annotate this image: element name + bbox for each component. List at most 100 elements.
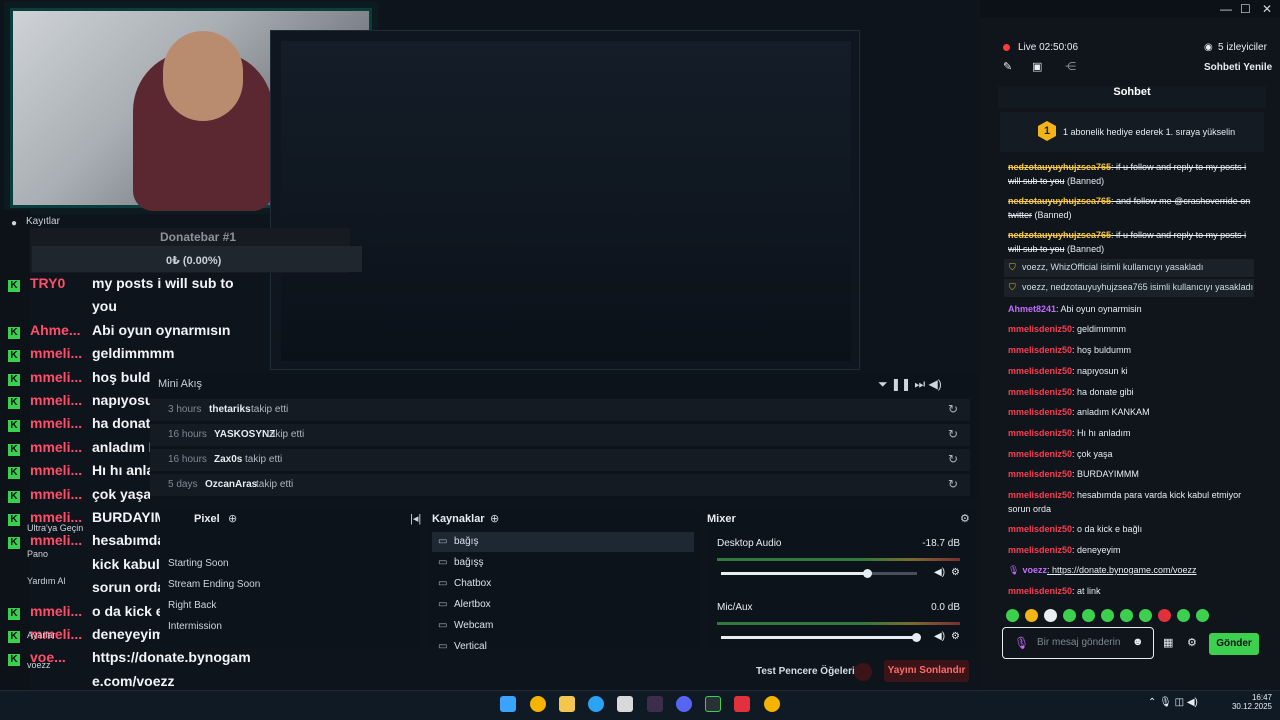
source-item[interactable]: ▭ bağış [432, 532, 694, 552]
source-item[interactable]: ▭ Vertical [432, 637, 694, 657]
scene-item[interactable]: Stream Ending Soon [168, 579, 260, 590]
chat-username[interactable]: mmelisdeniz50 [1008, 345, 1072, 355]
chat-username[interactable]: mmelisdeniz50 [1008, 449, 1072, 459]
chat-username[interactable]: Ahmet8241 [1008, 304, 1056, 314]
store-icon[interactable]: ▦ [1163, 636, 1173, 649]
chat-username[interactable]: mmelisdeniz50 [1008, 545, 1072, 555]
app2-icon[interactable] [734, 696, 750, 712]
emote-icon[interactable] [1139, 609, 1152, 622]
volume-knob[interactable] [912, 633, 921, 642]
discord-icon[interactable] [676, 696, 692, 712]
source-icon: ▭ [438, 536, 448, 547]
overlay-chat-message: çok yaşa [92, 485, 152, 502]
chat-username[interactable]: mmelisdeniz50 [1008, 524, 1072, 534]
kick-badge-icon: K [8, 397, 20, 409]
folder-icon[interactable] [559, 696, 575, 712]
left-nav-item[interactable]: voezz [27, 660, 51, 670]
source-item[interactable]: ▭ Webcam [432, 616, 694, 636]
chat-username[interactable]: nedzotauyuyhujzsea765 [1008, 196, 1111, 206]
scene-item[interactable]: Right Back [168, 600, 216, 611]
emote-icon[interactable] [1196, 609, 1209, 622]
left-nav-item[interactable]: Yardım Al [27, 576, 65, 586]
studio-icon[interactable] [705, 696, 721, 712]
replay-alert-icon[interactable]: ↻ [948, 427, 958, 441]
banned-tag: (Banned) [1034, 210, 1072, 220]
tray-icons[interactable]: ⌃ 🎙 ◫ ◀) [1148, 697, 1198, 708]
share-icon[interactable]: ⋲ [1065, 60, 1076, 73]
emote-icon[interactable] [1044, 609, 1057, 622]
emote-icon[interactable] [1082, 609, 1095, 622]
recordings-link[interactable]: Kayıtlar [26, 216, 60, 227]
maximize-button[interactable]: ☐ [1240, 2, 1251, 16]
activity-controls-icon[interactable]: ⏷ ❚❚ ⏭ ◀) [878, 377, 942, 392]
emote-icon[interactable] [1177, 609, 1190, 622]
channel-settings-icon[interactable]: ⚙ [951, 567, 960, 578]
chat-message: Ahmet8241: Abi oyun oynarmisin [1008, 302, 1258, 316]
emote-icon[interactable] [1063, 609, 1076, 622]
scene-item[interactable]: Intermission [168, 621, 222, 632]
replay-alert-icon[interactable]: ↻ [948, 452, 958, 466]
collapse-icon[interactable]: |◂| [410, 512, 421, 525]
chat-message: nedzotauyuyhujzsea765: if u follow and r… [1008, 228, 1258, 256]
emoji-icon[interactable]: ☻ [1132, 636, 1144, 648]
chat-username[interactable]: mmelisdeniz50 [1008, 586, 1072, 596]
chat-username[interactable]: nedzotauyuyhujzsea765 [1008, 230, 1111, 240]
chat-username[interactable]: mmelisdeniz50 [1008, 407, 1072, 417]
mic-icon[interactable]: 🎙 [1014, 636, 1029, 650]
chat-username[interactable]: mmelisdeniz50 [1008, 490, 1072, 500]
send-button[interactable]: Gönder [1209, 633, 1259, 655]
chat-username[interactable]: mmelisdeniz50 [1008, 324, 1072, 334]
source-item[interactable]: ▭ bağışş [432, 553, 694, 573]
record-toggle-icon[interactable] [854, 663, 872, 681]
chrome-icon[interactable] [530, 696, 546, 712]
channel-settings-icon[interactable]: ⚙ [951, 631, 960, 642]
minimize-button[interactable]: — [1220, 2, 1232, 16]
source-item[interactable]: ▭ Chatbox [432, 574, 694, 594]
edge-icon[interactable] [588, 696, 604, 712]
mixer-settings-icon[interactable]: ⚙ [960, 512, 970, 525]
chat-username[interactable]: mmelisdeniz50 [1008, 387, 1072, 397]
replay-alert-icon[interactable]: ↻ [948, 402, 958, 416]
chat-username[interactable]: voezz [1022, 565, 1047, 575]
speaker-icon[interactable]: ◀) [934, 631, 945, 642]
chat-text: : https://donate.bynogame.com/voezz [1046, 565, 1197, 575]
emote-icon[interactable] [1158, 609, 1171, 622]
left-nav-item[interactable]: Ayarlar [27, 630, 55, 640]
emote-icon[interactable] [1101, 609, 1114, 622]
emote-icon[interactable] [1120, 609, 1133, 622]
chat-settings-icon[interactable]: ⚙ [1187, 636, 1197, 649]
emote-icon[interactable] [1006, 609, 1019, 622]
close-button[interactable]: ✕ [1262, 2, 1272, 16]
chat-username[interactable]: mmelisdeniz50 [1008, 366, 1072, 376]
end-stream-button[interactable]: Yayını Sonlandır [884, 660, 969, 682]
add-scene-icon[interactable]: ⊕ [228, 512, 237, 525]
start-icon[interactable] [500, 696, 516, 712]
store-app-icon[interactable] [617, 696, 633, 712]
left-nav-item[interactable]: Ultra'ya Geçin [27, 523, 83, 533]
chat-username[interactable]: mmelisdeniz50 [1008, 428, 1072, 438]
layout-icon[interactable]: ▣ [1032, 60, 1042, 73]
refresh-chat-button[interactable]: Sohbeti Yenile [1204, 62, 1272, 73]
scene-item[interactable]: Starting Soon [168, 558, 229, 569]
chat-username[interactable]: nedzotauyuyhujzsea765 [1008, 162, 1111, 172]
app-icon[interactable] [647, 696, 663, 712]
volume-slider[interactable] [721, 633, 921, 642]
record-icon[interactable]: ● [11, 218, 17, 229]
message-input[interactable]: Bir mesaj gönderin [1037, 637, 1120, 648]
moderation-text: voezz, nedzotauyuyhujzsea765 isimli kull… [1022, 282, 1254, 292]
replay-alert-icon[interactable]: ↻ [948, 477, 958, 491]
test-widgets-button[interactable]: Test Pencere Öğeleri [756, 666, 855, 677]
chat-username[interactable]: mmelisdeniz50 [1008, 469, 1072, 479]
speaker-icon[interactable]: ◀) [934, 567, 945, 578]
add-source-icon[interactable]: ⊕ [490, 512, 499, 525]
emote-icon[interactable] [1025, 609, 1038, 622]
source-item[interactable]: ▭ Alertbox [432, 595, 694, 615]
edit-icon[interactable]: ✎ [1003, 60, 1012, 73]
left-nav-item[interactable]: Pano [27, 549, 48, 559]
overlay-chat-user: mmeli... [30, 345, 82, 362]
mixer-channel-name: Mic/Aux [717, 602, 753, 613]
volume-knob[interactable] [863, 569, 872, 578]
taskbar-clock[interactable]: 16:47 30.12.2025 [1222, 693, 1272, 711]
chrome2-icon[interactable] [764, 696, 780, 712]
volume-slider[interactable] [721, 569, 917, 578]
